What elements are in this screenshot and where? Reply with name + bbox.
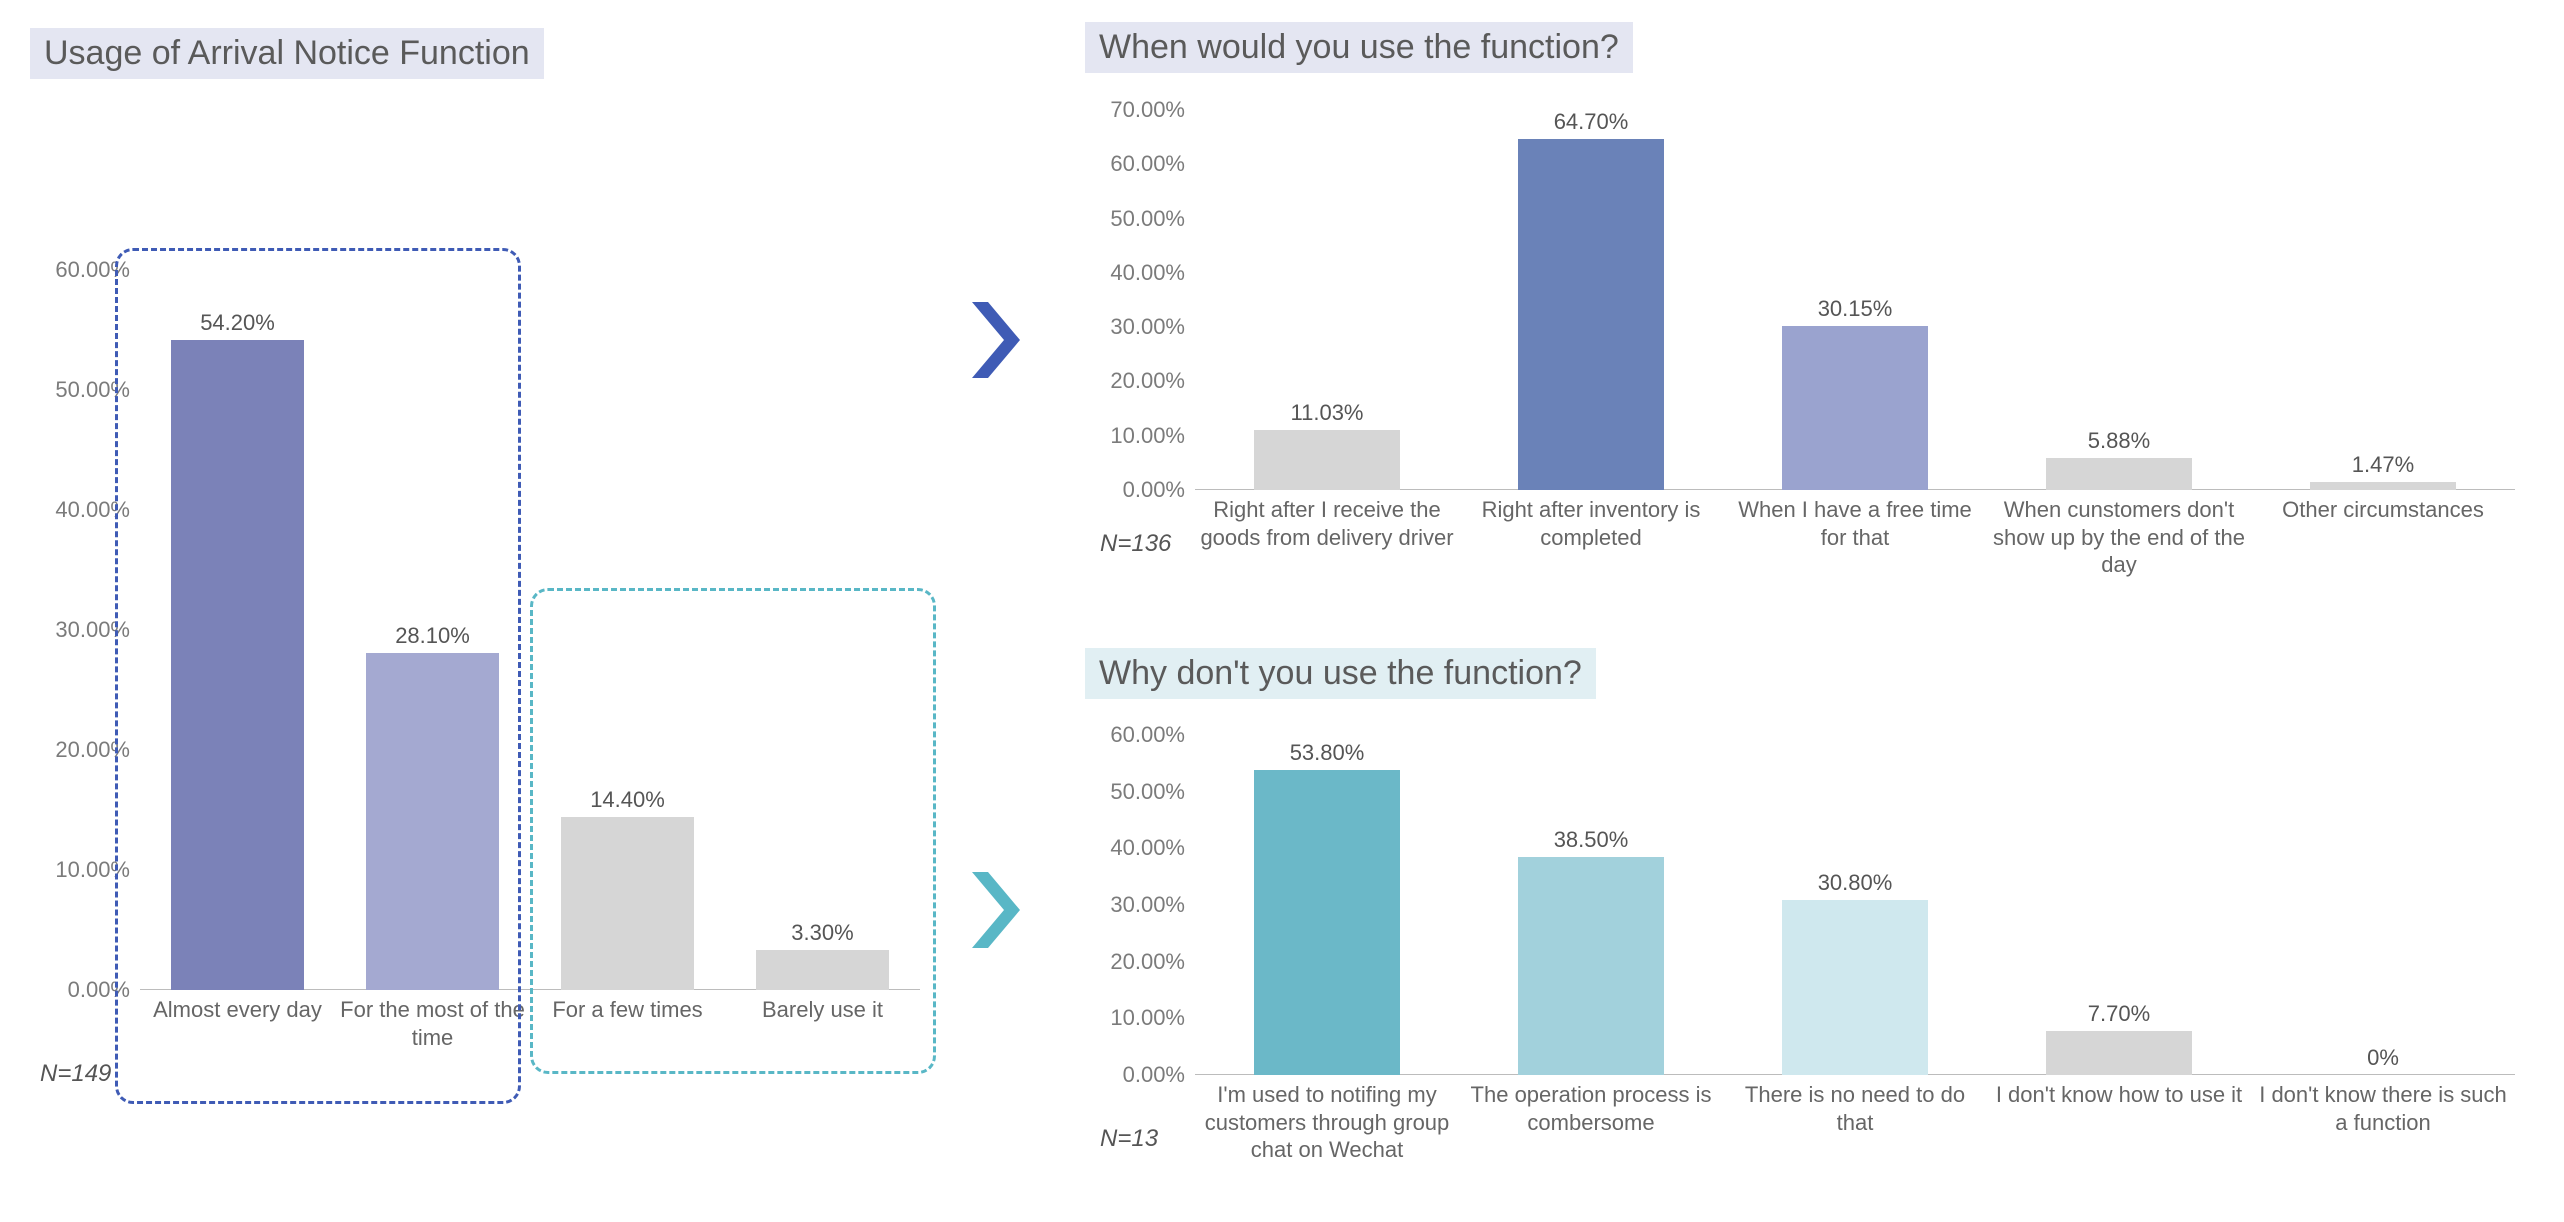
bar-value-label: 5.88% (2088, 428, 2150, 458)
x-tick-label: Other circumstances (2251, 496, 2515, 579)
bar-value-label: 1.47% (2352, 452, 2414, 482)
y-tick: 20.00% (1110, 368, 1195, 394)
x-tick-label: When I have a free time for that (1723, 496, 1987, 579)
plot-area: 0.00%10.00%20.00%30.00%40.00%50.00%60.00… (1195, 735, 2515, 1075)
y-tick: 60.00% (1110, 151, 1195, 177)
bar-value-label: 38.50% (1554, 827, 1629, 857)
bar: 7.70% (2046, 1031, 2191, 1075)
bar: 53.80% (1254, 770, 1399, 1075)
y-tick: 0.00% (1123, 1062, 1195, 1088)
bar-cell: 0% (2251, 735, 2515, 1075)
x-tick-label: I'm used to notifing my customers throug… (1195, 1081, 1459, 1164)
y-tick: 20.00% (1110, 949, 1195, 975)
bar-cell: 64.70% (1459, 110, 1723, 490)
sample-size-whynot: N=13 (1100, 1125, 1158, 1153)
plot-area: 0.00%10.00%20.00%30.00%40.00%50.00%60.00… (1195, 110, 2515, 490)
x-axis-labels: Right after I receive the goods from del… (1195, 496, 2515, 579)
y-tick: 0.00% (1123, 477, 1195, 503)
bar-cell: 53.80% (1195, 735, 1459, 1075)
y-tick: 60.00% (1110, 722, 1195, 748)
bar-value-label: 30.15% (1818, 296, 1893, 326)
x-tick-label: Right after inventory is completed (1459, 496, 1723, 579)
group-box-frequent (115, 248, 521, 1104)
chart-title-when: When would you use the function? (1085, 22, 1633, 73)
x-axis-labels: I'm used to notifing my customers throug… (1195, 1081, 2515, 1164)
y-tick: 40.00% (1110, 835, 1195, 861)
chart-title-whynot: Why don't you use the function? (1085, 648, 1596, 699)
bar-value-label: 0% (2367, 1045, 2399, 1075)
bar: 11.03% (1254, 430, 1399, 490)
y-tick: 70.00% (1110, 97, 1195, 123)
bar-value-label: 7.70% (2088, 1001, 2150, 1031)
bar: 30.80% (1782, 900, 1927, 1075)
bar: 1.47% (2310, 482, 2455, 490)
chart-when: 0.00% 10.00% 20.00% 30.00% 40.00% 50.00% 60.00… (1085, 110, 2515, 530)
y-tick: 50.00% (1110, 779, 1195, 805)
x-tick-label: When cunstomers don't show up by the end… (1987, 496, 2251, 579)
bar-value-label: 11.03% (1291, 400, 1364, 430)
arrow-icon-infrequent (970, 870, 1020, 950)
bar: 30.15% (1782, 326, 1927, 490)
bar-value-label: 64.70% (1554, 109, 1629, 139)
bar: 64.70% (1518, 139, 1663, 490)
y-tick: 40.00% (1110, 260, 1195, 286)
bar-cell: 1.47% (2251, 110, 2515, 490)
x-tick-label: Right after I receive the goods from del… (1195, 496, 1459, 579)
bar: 5.88% (2046, 458, 2191, 490)
bars: 53.80% 38.50% 30.80% 7.70% 0% (1195, 735, 2515, 1075)
bar-cell: 30.15% (1723, 110, 1987, 490)
bar-value-label: 53.80% (1290, 740, 1365, 770)
bar-cell: 5.88% (1987, 110, 2251, 490)
y-tick: 30.00% (1110, 892, 1195, 918)
chart-title-usage: Usage of Arrival Notice Function (30, 28, 544, 79)
chart-whynot: 0.00%10.00%20.00%30.00%40.00%50.00%60.00… (1085, 735, 2515, 1115)
y-tick: 10.00% (1110, 1005, 1195, 1031)
bar-value-label: 30.80% (1818, 870, 1893, 900)
group-box-infrequent (530, 588, 936, 1074)
x-tick-label: I don't know how to use it (1987, 1081, 2251, 1164)
x-tick-label: There is no need to do that (1723, 1081, 1987, 1164)
sample-size-usage: N=149 (40, 1060, 111, 1088)
y-tick: 50.00% (1110, 206, 1195, 232)
bar-cell: 30.80% (1723, 735, 1987, 1075)
y-tick: 10.00% (1110, 423, 1195, 449)
x-tick-label: I don't know there is such a function (2251, 1081, 2515, 1164)
bars: 11.03% 64.70% 30.15% 5.88% 1.47% (1195, 110, 2515, 490)
x-tick-label: The operation process is combersome (1459, 1081, 1723, 1164)
bar: 38.50% (1518, 857, 1663, 1075)
bar-cell: 7.70% (1987, 735, 2251, 1075)
arrow-icon-frequent (970, 300, 1020, 380)
bar-cell: 38.50% (1459, 735, 1723, 1075)
sample-size-when: N=136 (1100, 530, 1171, 558)
y-tick: 30.00% (1110, 314, 1195, 340)
bar-cell: 11.03% (1195, 110, 1459, 490)
